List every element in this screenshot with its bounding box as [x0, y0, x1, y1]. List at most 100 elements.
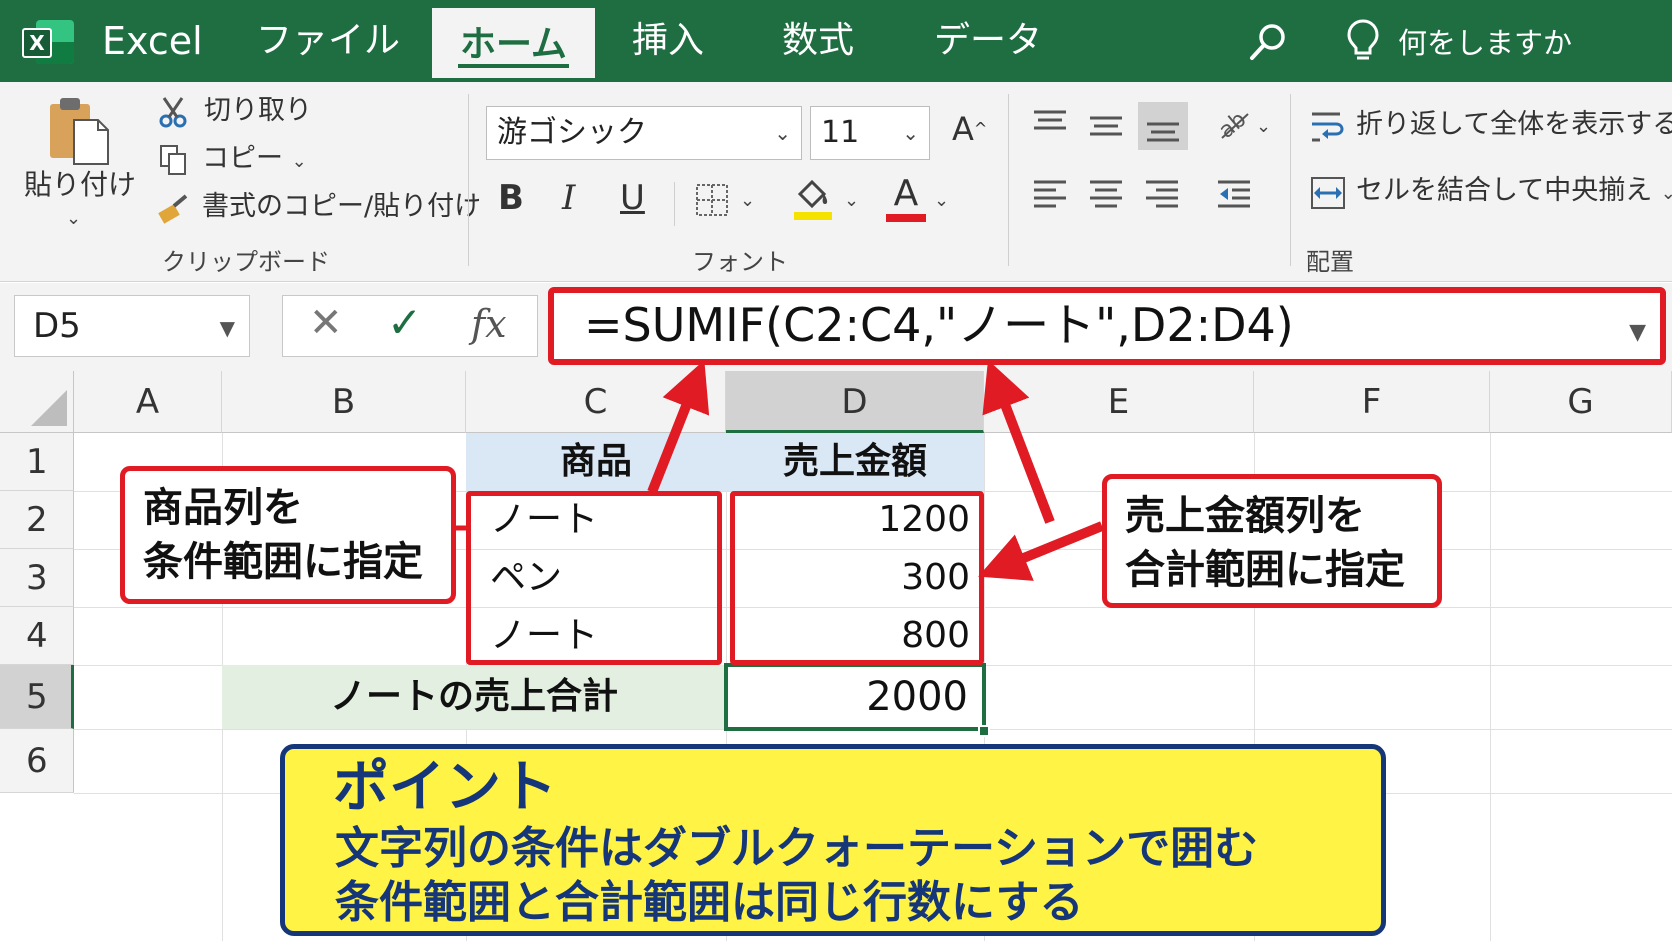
- cell-b5-sum-label[interactable]: ノートの売上合計: [222, 665, 726, 729]
- criteria-range-highlight: [466, 491, 722, 665]
- insert-function-icon[interactable]: fx: [471, 302, 507, 346]
- wrap-text-icon: [1312, 112, 1344, 142]
- underline-button[interactable]: U: [620, 178, 645, 218]
- grow-font-glyph: A: [952, 110, 974, 148]
- tab-home-underline: [458, 64, 569, 68]
- copy-dropdown-icon[interactable]: ⌄: [292, 151, 307, 172]
- tab-home[interactable]: ホーム: [428, 4, 599, 82]
- criteria-range-callout: 商品列を 条件範囲に指定: [120, 466, 456, 604]
- cell-d5-active[interactable]: 2000: [724, 663, 986, 731]
- select-all-corner[interactable]: [0, 371, 74, 433]
- app-name: Excel: [102, 19, 203, 63]
- wrap-text-button[interactable]: 折り返して全体を表示する: [1356, 108, 1672, 142]
- column-header-a[interactable]: A: [74, 371, 222, 433]
- tab-data[interactable]: データ: [934, 18, 1042, 64]
- font-size-select[interactable]: 11 ⌄: [810, 106, 930, 160]
- row-header-4[interactable]: 4: [0, 607, 74, 665]
- caret-up-icon: ^: [973, 119, 988, 138]
- scissors-icon: [159, 97, 187, 128]
- borders-dropdown-icon[interactable]: ⌄: [740, 184, 755, 218]
- align-middle-icon[interactable]: [1088, 112, 1124, 142]
- formula-expand-icon[interactable]: ▼: [1629, 301, 1646, 365]
- excel-logo-icon: X: [22, 16, 74, 68]
- formula-input[interactable]: =SUMIF(C2:C4,"ノート",D2:D4) ▼: [548, 287, 1666, 365]
- tab-formulas[interactable]: 数式: [782, 18, 854, 64]
- align-right-icon[interactable]: [1144, 178, 1180, 208]
- column-header-e[interactable]: E: [984, 371, 1254, 433]
- row-header-2[interactable]: 2: [0, 491, 74, 549]
- tell-me-search[interactable]: 何をしますか: [1398, 24, 1572, 62]
- cell-c1[interactable]: 商品: [466, 433, 726, 491]
- gridline: [1490, 433, 1491, 941]
- row-header-3[interactable]: 3: [0, 549, 74, 607]
- bold-button[interactable]: B: [498, 178, 524, 218]
- svg-text:ab: ab: [1214, 107, 1251, 142]
- decrease-indent-icon[interactable]: [1214, 178, 1252, 208]
- ribbon-separator: [674, 182, 675, 226]
- align-bottom-button[interactable]: [1138, 102, 1188, 150]
- paste-dropdown-icon[interactable]: ⌄: [66, 202, 81, 236]
- borders-icon[interactable]: [694, 182, 730, 218]
- name-box-value: D5: [33, 306, 81, 346]
- font-name-value: 游ゴシック: [497, 115, 647, 150]
- title-bar: X Excel ファイル ホーム 挿入 数式 データ 何をしますか: [0, 0, 1672, 82]
- format-painter-icon: [158, 194, 188, 224]
- fill-color-icon[interactable]: [792, 176, 834, 222]
- font-color-swatch: [886, 214, 926, 222]
- paste-icon[interactable]: [46, 94, 112, 168]
- fill-handle[interactable]: [978, 725, 990, 737]
- grow-font-button[interactable]: A^: [952, 112, 987, 146]
- copy-icon: [160, 145, 186, 175]
- align-left-icon[interactable]: [1032, 178, 1068, 208]
- formula-buttons: ✕ ✓ fx: [282, 295, 538, 357]
- merge-center-dropdown-icon[interactable]: ⌄: [1661, 183, 1672, 204]
- cell-d1[interactable]: 売上金額: [726, 433, 984, 491]
- font-name-select[interactable]: 游ゴシック ⌄: [486, 106, 802, 160]
- group-label-font: フォント: [692, 248, 788, 276]
- search-icon[interactable]: [1248, 22, 1288, 62]
- italic-button[interactable]: I: [562, 178, 575, 218]
- font-color-button[interactable]: A: [886, 174, 926, 224]
- column-header-f[interactable]: F: [1254, 371, 1490, 433]
- merge-center-button[interactable]: セルを結合して中央揃え ⌄: [1356, 174, 1672, 211]
- point-line-2: 条件範囲と合計範囲は同じ行数にする: [335, 877, 1084, 928]
- orientation-icon[interactable]: ab: [1214, 106, 1254, 142]
- align-bottom-icon: [1147, 122, 1179, 142]
- group-label-clipboard: クリップボード: [162, 248, 330, 276]
- tab-insert[interactable]: 挿入: [632, 18, 704, 64]
- enter-icon[interactable]: ✓: [387, 298, 422, 347]
- column-header-c[interactable]: C: [466, 371, 726, 433]
- row-header-5[interactable]: 5: [0, 665, 74, 729]
- merge-center-label: セルを結合して中央揃え: [1356, 175, 1653, 206]
- align-center-icon[interactable]: [1088, 178, 1124, 208]
- cut-button[interactable]: 切り取り: [204, 94, 312, 128]
- font-color-glyph: A: [893, 173, 919, 214]
- fill-color-dropdown-icon[interactable]: ⌄: [844, 184, 859, 218]
- formula-bar: D5 ▼ ✕ ✓ fx =SUMIF(C2:C4,"ノート",D2:D4) ▼: [0, 283, 1672, 371]
- sum-callout-line2: 合計範囲に指定: [1125, 547, 1405, 593]
- paste-button[interactable]: 貼り付け: [24, 168, 136, 202]
- lightbulb-icon: [1347, 19, 1379, 60]
- font-size-value: 11: [821, 115, 860, 150]
- row-header-1[interactable]: 1: [0, 433, 74, 491]
- orientation-dropdown-icon[interactable]: ⌄: [1256, 110, 1271, 144]
- merge-center-icon: [1311, 177, 1345, 209]
- ribbon: 貼り付け ⌄ 切り取り コピー ⌄ 書式のコピー/貼り付け クリップボード 游ゴ…: [0, 82, 1672, 282]
- format-painter-button[interactable]: 書式のコピー/貼り付け: [202, 190, 481, 224]
- row-header-6[interactable]: 6: [0, 729, 74, 793]
- copy-label: コピー: [202, 143, 283, 174]
- point-title: ポイント: [333, 755, 557, 820]
- cancel-icon[interactable]: ✕: [309, 300, 343, 346]
- column-header-d[interactable]: D: [726, 371, 984, 433]
- column-header-g[interactable]: G: [1490, 371, 1672, 433]
- font-color-dropdown-icon[interactable]: ⌄: [934, 184, 949, 218]
- copy-button[interactable]: コピー ⌄: [202, 142, 307, 179]
- align-top-icon[interactable]: [1032, 108, 1068, 138]
- tab-file[interactable]: ファイル: [256, 18, 400, 64]
- group-label-alignment: 配置: [1306, 248, 1354, 276]
- tab-home-label: ホーム: [460, 24, 567, 65]
- point-line-1: 文字列の条件はダブルクォーテーションで囲む: [335, 823, 1259, 874]
- column-header-b[interactable]: B: [222, 371, 466, 433]
- name-box[interactable]: D5 ▼: [14, 295, 250, 357]
- criteria-callout-line1: 商品列を: [143, 485, 303, 531]
